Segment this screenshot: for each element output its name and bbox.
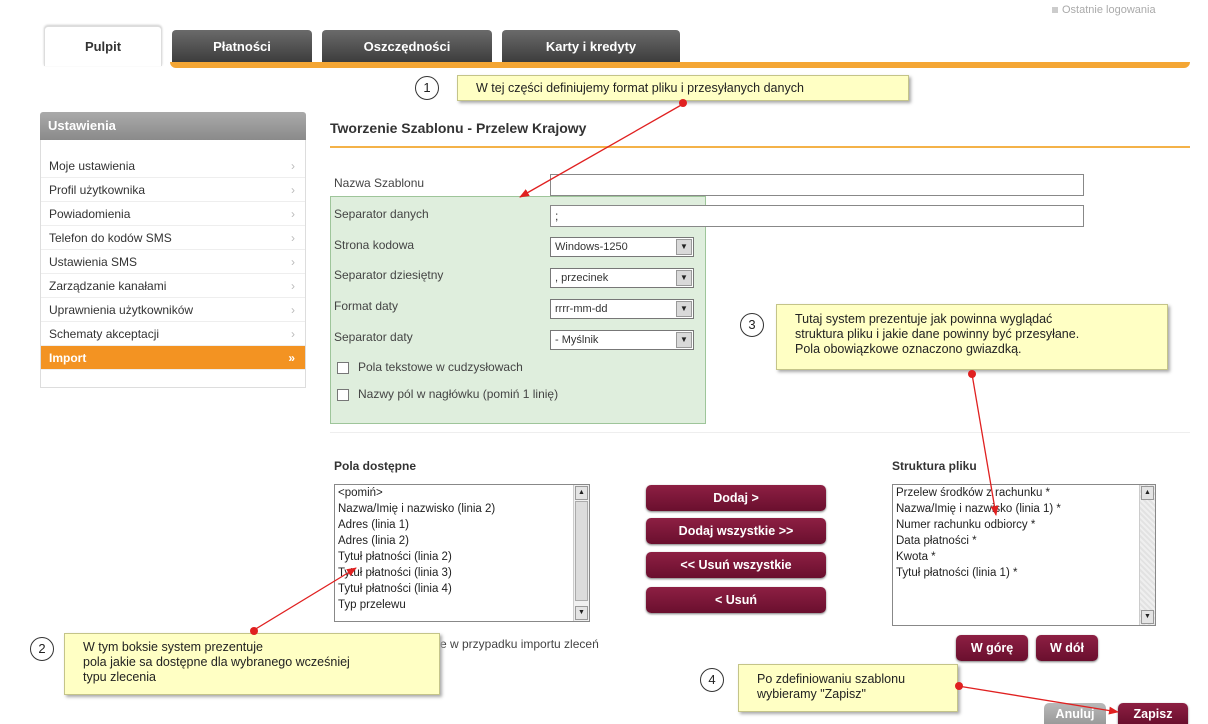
annotation-2-note: W tym boksie system prezentuje pola jaki… (64, 633, 440, 695)
annotation-4-dot (955, 682, 963, 690)
annotation-3-dot (968, 370, 976, 378)
annotation-3-note: Tutaj system prezentuje jak powinna wygl… (776, 304, 1168, 370)
annotation-2-number: 2 (30, 637, 54, 661)
annotation-3-number: 3 (740, 313, 764, 337)
annotation-4-note: Po zdefiniowaniu szablonu wybieramy "Zap… (738, 664, 958, 712)
annotation-1-number: 1 (415, 76, 439, 100)
annotation-2-arrow (253, 567, 357, 631)
annotation-1-note: W tej części definiujemy format pliku i … (457, 75, 909, 101)
annotation-1-dot (679, 99, 687, 107)
annotation-1-arrow (519, 103, 684, 198)
annotation-4-arrow (957, 685, 1119, 715)
annotation-4-number: 4 (700, 668, 724, 692)
annotation-3-arrow (971, 373, 999, 516)
annotation-2-dot (250, 627, 258, 635)
